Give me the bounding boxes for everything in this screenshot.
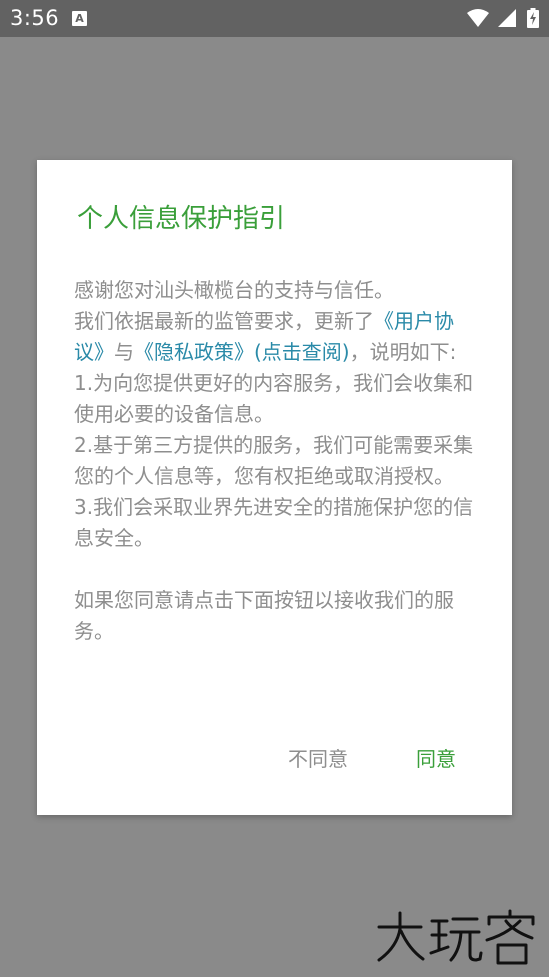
status-icons	[466, 8, 539, 28]
wifi-icon	[466, 9, 489, 27]
update-suffix: ，说明如下:	[349, 340, 457, 364]
view-link[interactable]: (点击查阅)	[254, 340, 350, 364]
signal-icon	[497, 9, 516, 27]
dialog-body[interactable]: 感谢您对汕头橄榄台的支持与信任。 我们依据最新的监管要求，更新了《用户协议》与《…	[74, 275, 479, 693]
status-time: 3:56	[10, 6, 60, 30]
update-prefix: 我们依据最新的监管要求，更新了	[74, 309, 374, 333]
battery-charging-icon	[527, 8, 539, 28]
privacy-dialog: 个人信息保护指引 感谢您对汕头橄榄台的支持与信任。 我们依据最新的监管要求，更新…	[37, 160, 512, 815]
watermark-logo	[375, 905, 540, 971]
dialog-title: 个人信息保护指引	[77, 204, 286, 234]
closing-text: 如果您同意请点击下面按钮以接收我们的服务。	[74, 588, 454, 643]
keyboard-a-icon: A	[72, 11, 87, 26]
privacy-policy-link[interactable]: 《隐私政策》	[134, 340, 254, 364]
watermark-logo-image	[377, 909, 535, 965]
update-text: 我们依据最新的监管要求，更新了《用户协议》与《隐私政策》(点击查阅)，说明如下:	[74, 306, 479, 368]
agree-button[interactable]: 同意	[416, 744, 456, 774]
disagree-button[interactable]: 不同意	[288, 744, 348, 774]
status-bar: 3:56 A	[0, 0, 549, 37]
item-1: 1.为向您提供更好的内容服务，我们会收集和使用必要的设备信息。	[74, 371, 474, 426]
intro-text: 感谢您对汕头橄榄台的支持与信任。	[74, 278, 394, 302]
item-2: 2.基于第三方提供的服务，我们可能需要采集您的个人信息等，您有权拒绝或取消授权。	[74, 433, 474, 488]
and-text: 与	[114, 340, 134, 364]
item-3: 3.我们会采取业界先进安全的措施保护您的信息安全。	[74, 495, 474, 550]
